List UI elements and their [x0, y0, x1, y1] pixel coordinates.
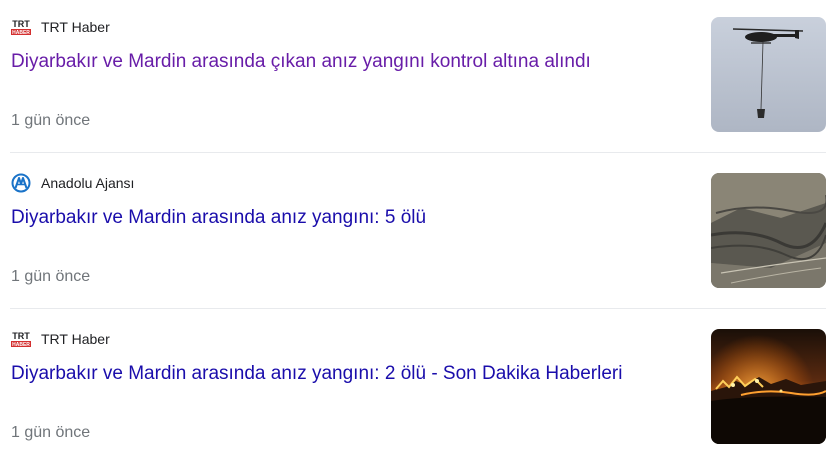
svg-text:TRT: TRT [12, 331, 30, 341]
divider [10, 152, 826, 153]
news-card[interactable]: TRT HABER TRT Haber Diyarbakır ve Mardin… [0, 312, 826, 453]
article-title-link[interactable]: Diyarbakır ve Mardin arasında anız yangı… [11, 362, 691, 386]
article-title-link[interactable]: Diyarbakır ve Mardin arasında anız yangı… [11, 206, 691, 230]
source-name: TRT Haber [41, 19, 110, 35]
news-feed: TRT HABER TRT Haber Diyarbakır ve Mardin… [0, 0, 832, 453]
svg-text:HABER: HABER [12, 342, 30, 348]
news-source: Anadolu Ajansı [11, 173, 134, 193]
news-source: TRT HABER TRT Haber [11, 329, 110, 349]
svg-text:TRT: TRT [12, 19, 30, 29]
anadolu-ajansi-logo-icon [11, 173, 31, 193]
published-time: 1 gün önce [11, 112, 91, 129]
helicopter-water-bucket-image[interactable] [711, 17, 826, 132]
news-card[interactable]: TRT HABER TRT Haber Diyarbakır ve Mardin… [0, 0, 826, 156]
published-time: 1 gün önce [11, 424, 91, 441]
trt-haber-logo-icon: TRT HABER [11, 18, 31, 36]
night-wildfire-image[interactable] [711, 329, 826, 444]
source-name: Anadolu Ajansı [41, 175, 135, 191]
published-time: 1 gün önce [11, 268, 91, 285]
svg-text:HABER: HABER [12, 30, 30, 36]
news-card[interactable]: Anadolu Ajansı Diyarbakır ve Mardin aras… [0, 156, 826, 312]
burnt-hillside-aerial-image[interactable] [711, 173, 826, 288]
source-name: TRT Haber [41, 331, 110, 347]
trt-haber-logo-icon: TRT HABER [11, 330, 31, 348]
article-title-link[interactable]: Diyarbakır ve Mardin arasında çıkan anız… [11, 50, 691, 74]
news-source: TRT HABER TRT Haber [11, 17, 110, 37]
divider [10, 308, 826, 309]
